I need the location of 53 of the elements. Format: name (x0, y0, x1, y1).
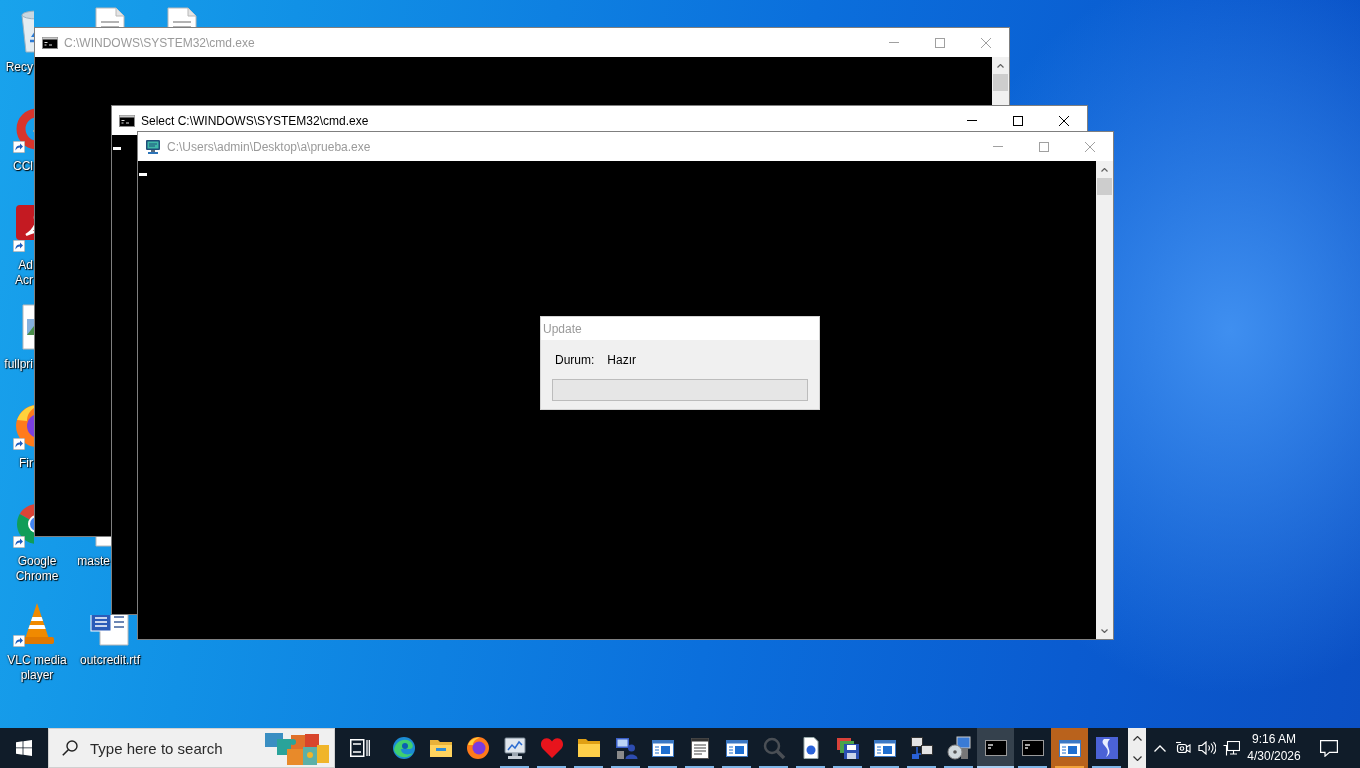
icon-label[interactable]: Google Chrome (0, 554, 74, 584)
camera-icon[interactable] (1175, 741, 1191, 755)
folder-icon[interactable] (576, 736, 601, 760)
computer-user-icon[interactable] (613, 736, 638, 760)
search-box[interactable]: Type here to search (48, 728, 335, 768)
chevron-down-icon[interactable] (1132, 755, 1142, 761)
four-panes-icon[interactable] (16, 740, 32, 756)
monitor-chart-icon[interactable] (502, 736, 527, 760)
dialog-title: Update (543, 321, 582, 336)
clock-date[interactable]: 4/30/2026 (1247, 748, 1301, 765)
icon-label[interactable]: CCl (1, 159, 33, 174)
status-label: Durum: (555, 353, 595, 367)
close-icon[interactable] (1059, 115, 1069, 126)
swirl-icon[interactable] (391, 736, 416, 760)
icon-label[interactable]: fullpri (1, 357, 33, 372)
speaker-icon[interactable] (1198, 741, 1216, 755)
chevron-down-icon[interactable] (1101, 628, 1108, 633)
text-cursor (139, 173, 147, 176)
floppy-files-icon[interactable] (835, 736, 860, 760)
curve-tile-icon[interactable] (13, 204, 34, 240)
scrollbar[interactable] (992, 57, 1009, 105)
status-value: Hazır (607, 353, 636, 367)
terminal-icon (42, 34, 58, 51)
icon-label[interactable]: Ad Acr (1, 258, 33, 288)
swirl-tile-icon[interactable] (1094, 736, 1119, 760)
search-icon[interactable] (62, 740, 78, 756)
installer-icon[interactable] (946, 736, 971, 760)
scroll-thumb[interactable] (1097, 178, 1112, 195)
maximize-icon[interactable] (1013, 115, 1023, 126)
heart-icon[interactable] (539, 736, 564, 760)
speech-bubble-icon[interactable] (1319, 739, 1338, 757)
terminal-icon (119, 112, 135, 129)
puzzle-pieces-icon (265, 731, 329, 765)
icon-label[interactable]: outcredit.rtf (73, 653, 147, 668)
window-title: Select C:\WINDOWS\SYSTEM32\cmd.exe (141, 113, 370, 128)
icon-label[interactable]: maste (74, 554, 110, 569)
task-view-icon[interactable] (350, 739, 370, 757)
text-cursor (113, 147, 121, 150)
computers-icon[interactable] (909, 736, 934, 760)
taskbar-button[interactable] (977, 728, 1014, 768)
scrollbar[interactable] (1096, 161, 1113, 639)
window-title: C:\Users\admin\Desktop\a\prueba.exe (167, 139, 372, 154)
search-input[interactable]: Type here to search (90, 738, 265, 758)
chevron-up-icon[interactable] (1132, 735, 1142, 741)
icon-label[interactable]: Fir (1, 456, 33, 471)
monitor-icon (145, 138, 161, 155)
clock-time[interactable]: 9:16 AM (1252, 731, 1296, 748)
icon-label[interactable]: VLC media player (0, 653, 74, 683)
flame-globe-icon[interactable] (465, 736, 490, 760)
scroll-thumb[interactable] (993, 74, 1008, 91)
network-icon[interactable] (1222, 740, 1240, 756)
window-title: C:\WINDOWS\SYSTEM32\cmd.exe (64, 35, 256, 50)
icon-label[interactable]: Recy (1, 60, 33, 75)
